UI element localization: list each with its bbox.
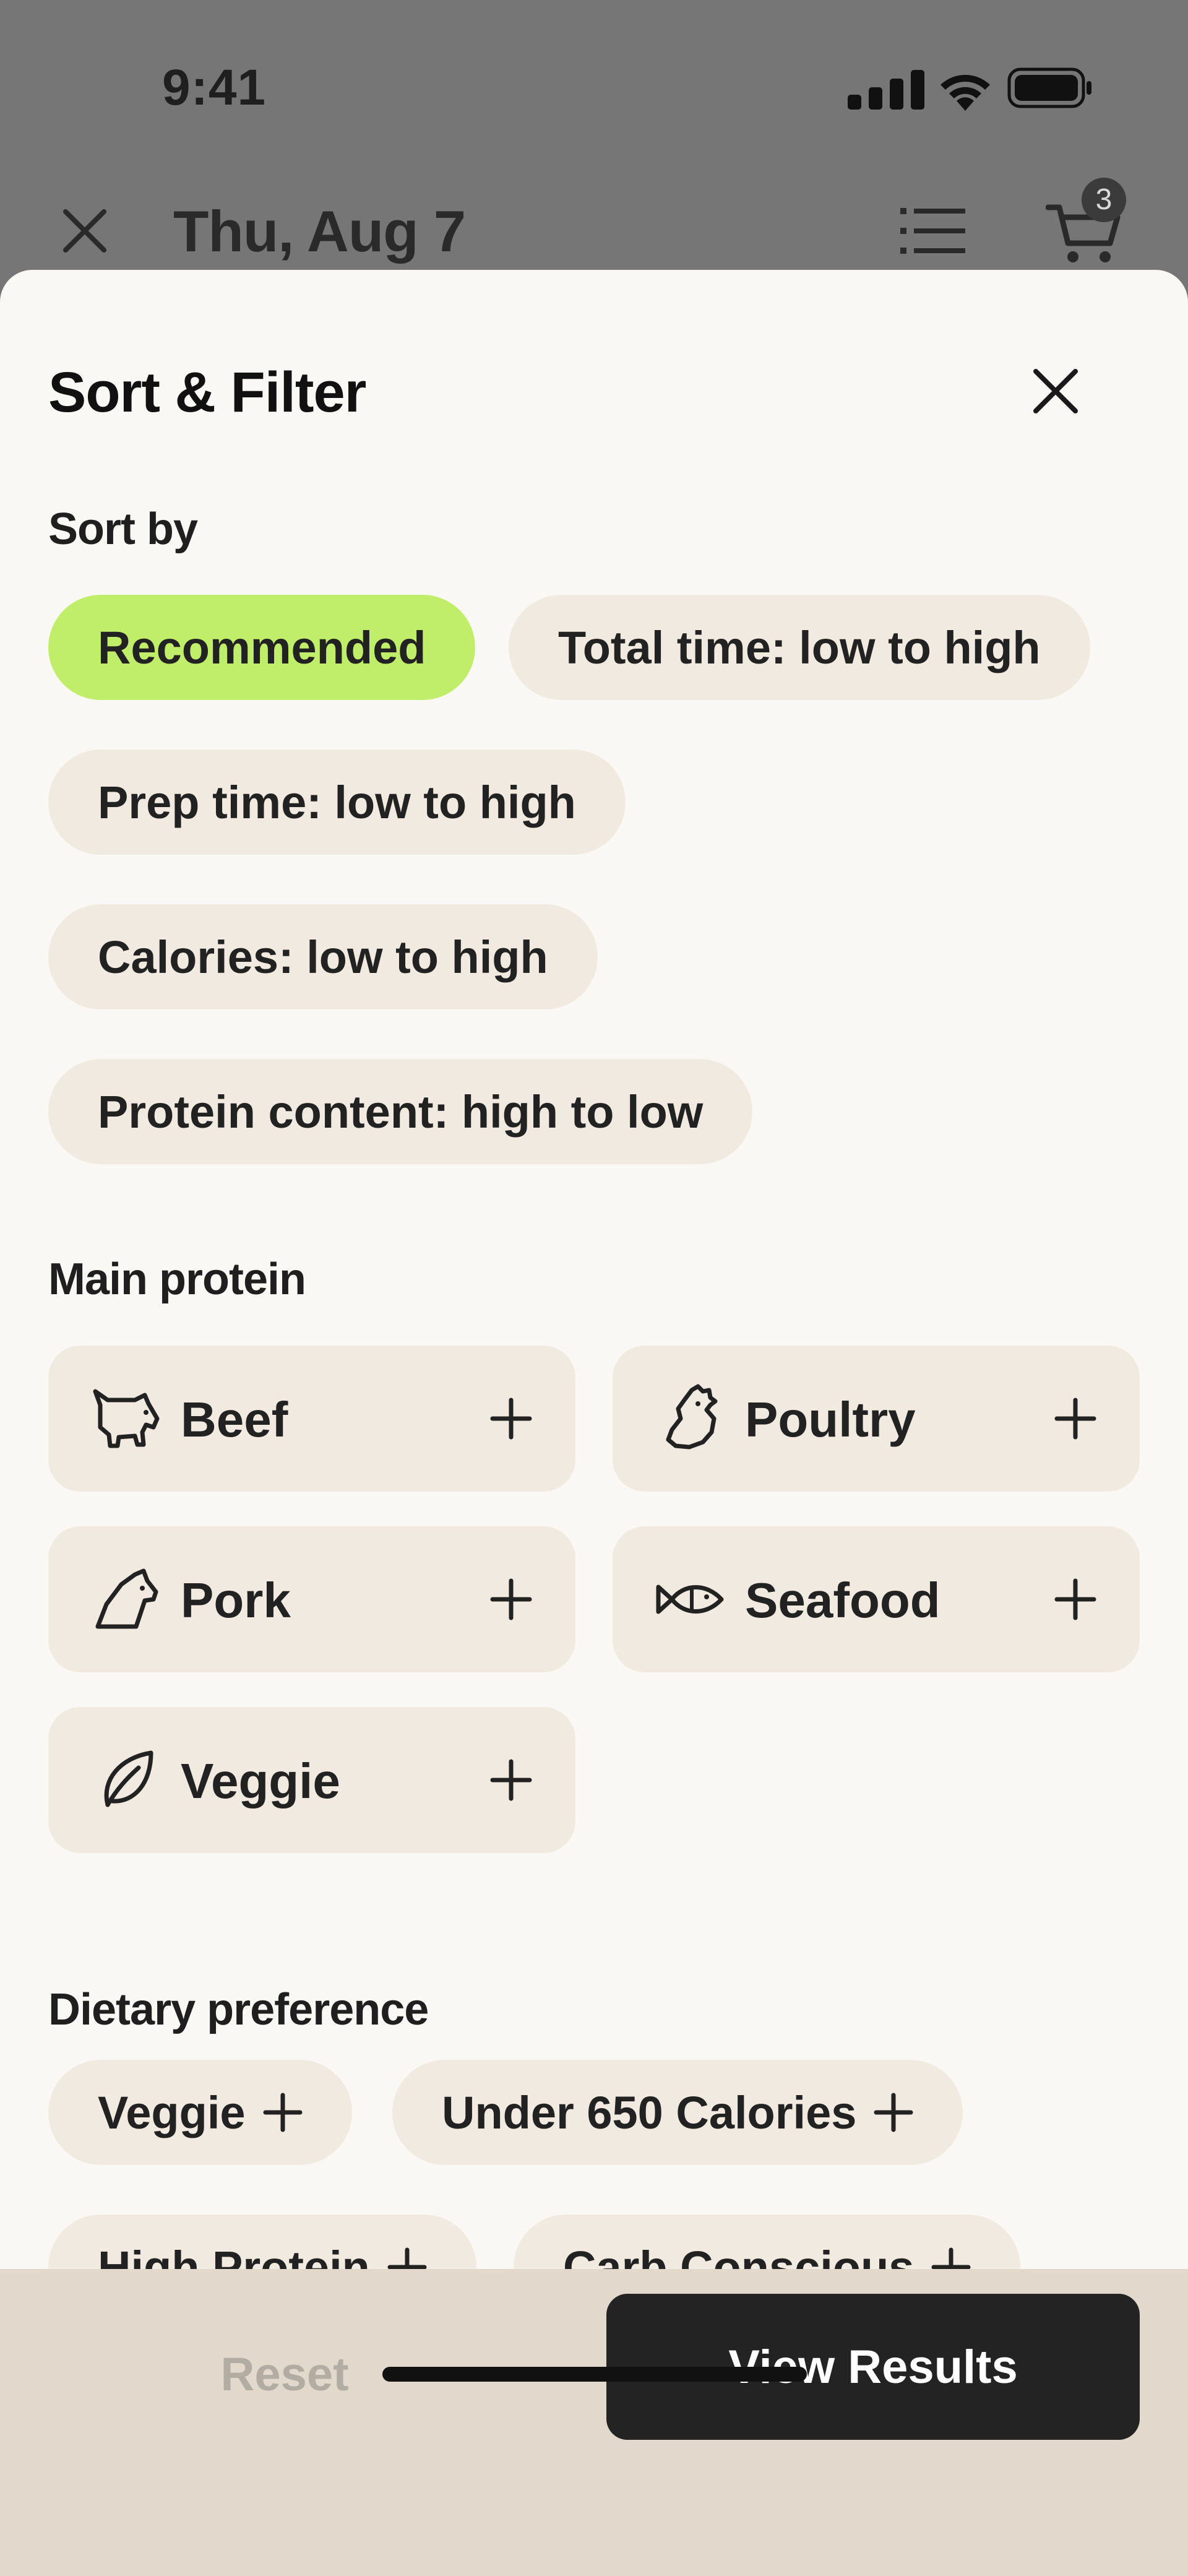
protein-option-seafood[interactable]: Seafood: [613, 1526, 1140, 1672]
leaf-icon: [104, 1750, 153, 1807]
protein-option-veggie[interactable]: Veggie: [48, 1707, 575, 1853]
protein-label: Poultry: [745, 1392, 916, 1447]
cellular-signal-icon: [848, 70, 924, 110]
battery-icon: [1007, 67, 1091, 108]
protein-label: Pork: [181, 1573, 291, 1628]
close-icon[interactable]: [1027, 363, 1084, 420]
status-time: 9:41: [162, 59, 267, 116]
chip-label: Veggie: [98, 2086, 246, 2138]
reset-button[interactable]: Reset: [161, 2331, 408, 2418]
sort-filter-sheet: Sort & Filter Sort by Recommended Total …: [0, 270, 1188, 2576]
plus-icon: [1054, 1398, 1096, 1440]
protein-option-beef[interactable]: Beef: [48, 1346, 575, 1492]
plus-icon: [1054, 1578, 1096, 1620]
plus-icon: [490, 1578, 532, 1620]
protein-label: Beef: [181, 1392, 288, 1447]
protein-option-poultry[interactable]: Poultry: [613, 1346, 1140, 1492]
protein-option-pork[interactable]: Pork: [48, 1526, 575, 1672]
sheet-title: Sort & Filter: [48, 361, 366, 424]
plus-icon: [263, 2093, 303, 2132]
plus-icon: [874, 2093, 913, 2132]
plus-icon: [490, 1398, 532, 1440]
diet-option-under-650-calories[interactable]: Under 650 Calories: [392, 2060, 963, 2165]
protein-label: Seafood: [745, 1573, 940, 1628]
sort-by-label: Sort by: [48, 504, 198, 554]
home-indicator[interactable]: [382, 2367, 807, 2382]
cart-count-badge: 3: [1082, 178, 1126, 222]
sort-option-total-time[interactable]: Total time: low to high: [509, 595, 1090, 700]
plus-icon: [490, 1759, 532, 1801]
close-icon[interactable]: [57, 203, 113, 259]
diet-option-veggie[interactable]: Veggie: [48, 2060, 352, 2165]
bottom-action-bar: Reset View Results: [0, 2269, 1188, 2576]
list-icon[interactable]: [900, 204, 965, 257]
protein-label: Veggie: [181, 1753, 340, 1809]
sort-option-protein[interactable]: Protein content: high to low: [48, 1059, 753, 1164]
sort-option-calories[interactable]: Calories: low to high: [48, 904, 598, 1009]
sort-option-recommended[interactable]: Recommended: [48, 595, 476, 700]
sort-option-prep-time[interactable]: Prep time: low to high: [48, 750, 626, 855]
top-nav-bar: Thu, Aug 7: [0, 179, 1188, 272]
pork-icon: [95, 1568, 158, 1629]
seafood-icon: [656, 1584, 724, 1614]
page-title: Thu, Aug 7: [173, 199, 466, 264]
wifi-icon: [940, 75, 990, 111]
dietary-preference-label: Dietary preference: [48, 1985, 429, 2034]
chip-label: Under 650 Calories: [442, 2086, 857, 2138]
status-bar: 9:41: [0, 0, 1188, 167]
beef-icon: [93, 1389, 160, 1448]
poultry-icon: [666, 1384, 718, 1450]
main-protein-label: Main protein: [48, 1255, 306, 1304]
